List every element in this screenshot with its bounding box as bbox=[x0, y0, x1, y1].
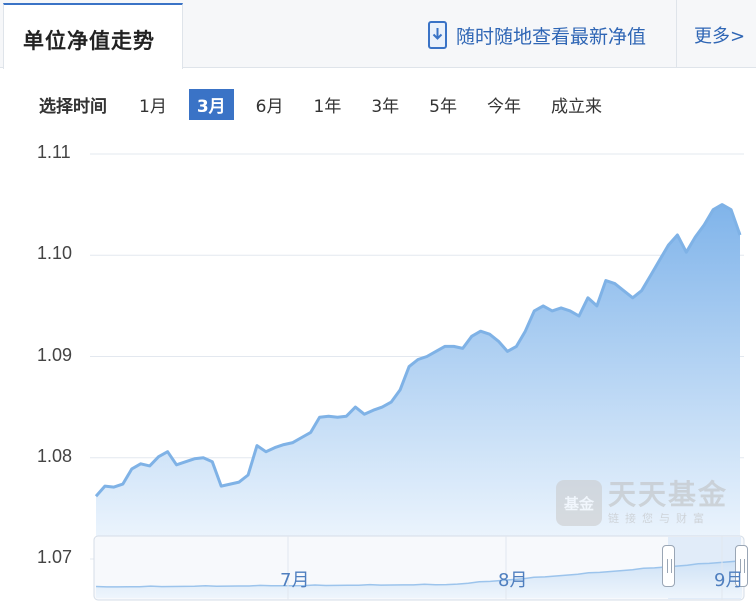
watermark: 基金 天天基金 链接您与财富 bbox=[556, 480, 728, 526]
watermark-logo: 基金 bbox=[556, 480, 602, 526]
navigator-left-handle[interactable] bbox=[662, 545, 675, 587]
navigator-month-label: 9月 bbox=[714, 570, 744, 591]
y-tick-label: 1.10 bbox=[37, 243, 73, 264]
range-navigator[interactable] bbox=[93, 535, 745, 601]
navigator-month-label: 8月 bbox=[498, 570, 528, 591]
y-tick-label: 1.08 bbox=[37, 445, 73, 466]
y-tick-label: 1.11 bbox=[37, 142, 71, 162]
y-tick-label: 1.09 bbox=[37, 344, 73, 365]
navigator-month-label: 7月 bbox=[280, 570, 310, 591]
y-tick-label: 1.07 bbox=[37, 547, 73, 567]
watermark-name: 天天基金 bbox=[608, 478, 729, 511]
watermark-slogan: 链接您与财富 bbox=[608, 512, 710, 525]
